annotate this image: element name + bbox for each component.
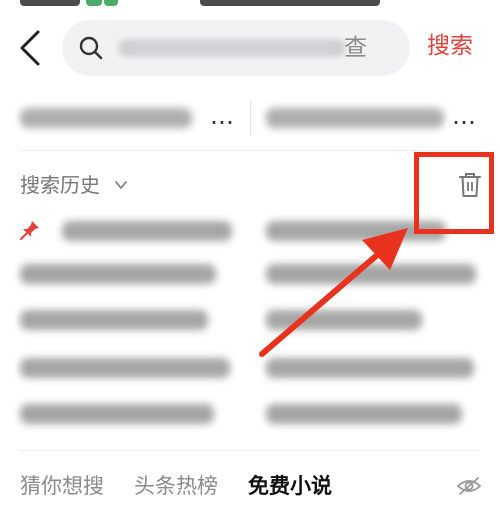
tab-free-novels[interactable]: 免费小说	[248, 472, 332, 500]
back-button[interactable]	[16, 28, 46, 68]
history-text-redacted	[20, 264, 216, 284]
history-text-redacted	[20, 404, 214, 424]
pin-icon	[20, 221, 39, 240]
suggestion-item[interactable]: …	[266, 96, 480, 140]
history-text-redacted	[20, 310, 208, 330]
search-icon	[79, 36, 103, 60]
history-item[interactable]	[262, 302, 480, 336]
history-title[interactable]: 搜索历史	[20, 172, 100, 198]
status-bar	[0, 0, 500, 10]
history-item[interactable]	[20, 302, 240, 336]
history-item[interactable]	[20, 350, 240, 384]
annotation-highlight-box	[414, 152, 494, 234]
history-item[interactable]	[262, 350, 480, 384]
tab-guess[interactable]: 猜你想搜	[20, 472, 104, 500]
search-input[interactable]: 查	[62, 20, 410, 76]
history-item[interactable]	[262, 396, 480, 430]
history-item[interactable]	[20, 256, 240, 290]
history-text-redacted	[266, 264, 476, 284]
history-text-redacted	[266, 310, 422, 330]
search-query-tail: 查	[344, 35, 367, 61]
search-button[interactable]: 搜索	[427, 29, 473, 63]
history-item[interactable]	[262, 256, 480, 290]
divider	[20, 450, 480, 451]
chevron-down-icon[interactable]	[114, 178, 128, 192]
divider	[20, 150, 480, 151]
suggestion-ellipsis: …	[452, 102, 478, 130]
tab-hot-list[interactable]: 头条热榜	[134, 472, 218, 500]
suggestion-text-redacted	[266, 108, 444, 128]
history-text-redacted	[20, 358, 230, 378]
history-text-redacted	[62, 221, 232, 241]
suggestion-text-redacted	[20, 108, 192, 128]
history-item[interactable]	[20, 396, 240, 430]
search-query-redacted	[118, 39, 346, 57]
history-text-redacted	[266, 358, 474, 378]
suggestion-item[interactable]: …	[20, 96, 242, 140]
eye-off-icon[interactable]	[456, 475, 482, 497]
chevron-left-icon	[20, 30, 40, 66]
history-item[interactable]	[44, 213, 240, 247]
suggestion-ellipsis: …	[210, 102, 236, 130]
divider	[250, 100, 251, 136]
history-text-redacted	[266, 404, 462, 424]
